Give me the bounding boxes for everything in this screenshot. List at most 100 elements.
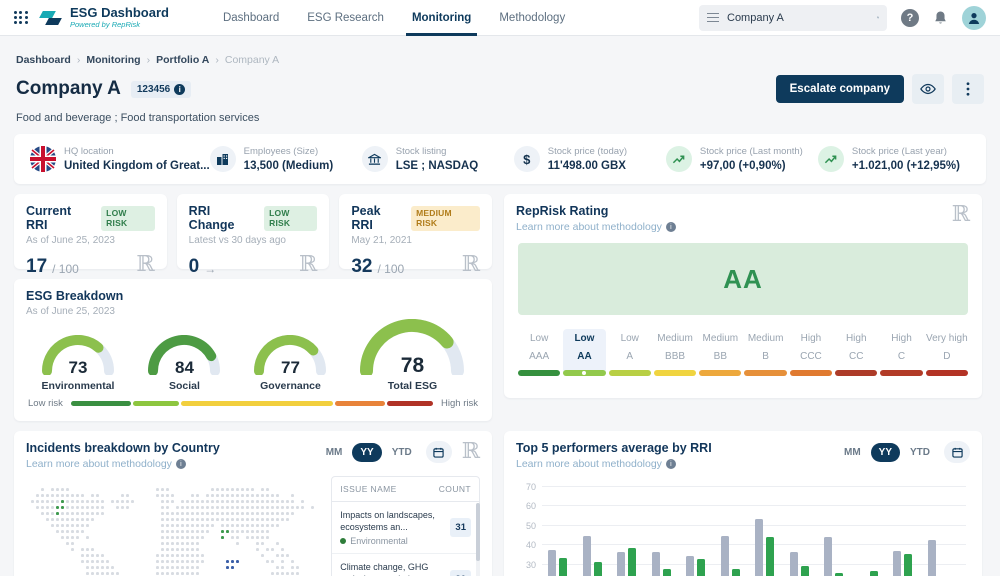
scrollbar-thumb[interactable]	[476, 503, 480, 561]
reprisk-watermark: ℝ	[462, 441, 480, 463]
issue-row[interactable]: Climate change, GHG emissions, and gl...…	[332, 554, 479, 576]
rating-col-c[interactable]: High C	[880, 329, 922, 376]
top5-methodology-link[interactable]: Learn more about methodologyi	[516, 458, 712, 470]
toggle-mm[interactable]: MM	[836, 443, 869, 462]
info-item-hq-location: HQ locationUnited Kingdom of Great...	[30, 146, 210, 172]
scale-segment	[133, 401, 179, 406]
logo-subtitle: Powered by RepRisk	[70, 21, 169, 29]
map-marker-blue[interactable]	[226, 566, 229, 569]
info-value: +97,00 (+0,90%)	[700, 160, 803, 172]
watch-button[interactable]	[912, 74, 944, 104]
rating-scale: LowAAALowAALowAMediumBBBMediumBBMediumBH…	[518, 329, 968, 376]
map-marker-green[interactable]	[221, 530, 224, 533]
bar-top5-average	[628, 548, 636, 576]
calendar-button[interactable]	[426, 441, 452, 463]
issue-row[interactable]: Impacts on landscapes, ecosystems an...E…	[332, 502, 479, 554]
rating-col-cc[interactable]: HighCC	[835, 329, 877, 376]
breadcrumb-item-monitoring[interactable]: Monitoring	[86, 54, 140, 66]
map-marker-blue[interactable]	[226, 560, 229, 563]
rating-col-a[interactable]: LowA	[609, 329, 651, 376]
info-item-stock-listing: Stock listingLSE ; NASDAQ	[362, 146, 514, 172]
category-dot	[340, 538, 346, 544]
bar-top5-average	[801, 566, 809, 576]
kpi-cards: Current RRILOW RISKAs of June 25, 202317…	[14, 194, 492, 269]
toggle-ytd[interactable]: YTD	[384, 443, 420, 462]
nav-item-monitoring[interactable]: Monitoring	[398, 0, 485, 36]
incidents-methodology-link[interactable]: Learn more about methodologyi	[26, 458, 220, 470]
dollar-icon: $	[523, 152, 530, 167]
map-marker-green[interactable]	[56, 506, 59, 509]
rating-col-bb[interactable]: MediumBB	[699, 329, 741, 376]
y-axis-tick: 70	[516, 482, 536, 492]
rating-col-bbb[interactable]: MediumBBB	[654, 329, 696, 376]
toggle-yy[interactable]: YY	[871, 443, 900, 462]
rating-grade: D	[926, 351, 968, 362]
world-map[interactable]	[26, 476, 327, 576]
info-value: 13,500 (Medium)	[244, 160, 333, 172]
rating-col-ccc[interactable]: HighCCC	[790, 329, 832, 376]
search-filter-icon[interactable]	[707, 13, 719, 23]
company-sectors: Food and beverage ; Food transportation …	[16, 112, 984, 124]
reprisk-watermark: ℝ	[136, 254, 154, 276]
bar-company	[617, 552, 625, 576]
search-box[interactable]	[699, 5, 887, 31]
nav-item-dashboard[interactable]: Dashboard	[209, 0, 293, 36]
escalate-company-button[interactable]: Escalate company	[776, 75, 904, 103]
map-marker-blue[interactable]	[236, 560, 239, 563]
map-marker-green[interactable]	[61, 500, 64, 503]
rating-col-b[interactable]: MediumB	[744, 329, 786, 376]
issue-name: Climate change, GHG emissions, and gl...	[340, 561, 448, 576]
info-icon[interactable]: i	[174, 84, 185, 95]
map-marker-green[interactable]	[61, 506, 64, 509]
user-avatar[interactable]	[962, 6, 986, 30]
scale-segment	[335, 401, 385, 406]
calendar-button[interactable]	[944, 441, 970, 463]
kpi-subtitle: May 21, 2021	[351, 235, 480, 246]
bar-company	[548, 550, 556, 576]
rating-col-d[interactable]: Very highD	[926, 329, 968, 376]
apps-grid-icon[interactable]	[14, 11, 28, 25]
info-value: +1.021,00 (+12,95%)	[852, 160, 960, 172]
info-icon: i	[666, 222, 676, 232]
rating-grade: B	[744, 351, 786, 362]
kpi-suffix: →	[204, 262, 216, 276]
toggle-ytd[interactable]: YTD	[902, 443, 938, 462]
search-icon[interactable]	[877, 11, 879, 24]
rating-severity: Low	[563, 333, 605, 344]
map-marker-green[interactable]	[226, 530, 229, 533]
more-options-button[interactable]	[952, 74, 984, 104]
rating-methodology-link[interactable]: Learn more about methodologyi	[516, 221, 676, 233]
search-input[interactable]	[727, 12, 869, 24]
bar-company	[928, 540, 936, 576]
rating-segment	[744, 370, 786, 376]
toggle-yy[interactable]: YY	[352, 443, 381, 462]
rating-col-aa[interactable]: LowAA	[563, 329, 605, 376]
rating-grade: C	[880, 351, 922, 362]
rating-severity: High	[880, 333, 922, 344]
map-marker-blue[interactable]	[231, 560, 234, 563]
toggle-mm[interactable]: MM	[318, 443, 351, 462]
app-logo: ESG Dashboard Powered by RepRisk	[70, 6, 169, 29]
map-marker-green[interactable]	[56, 512, 59, 515]
period-toggle-group: MMYYYTD	[836, 443, 938, 462]
breadcrumb-item-portfolio-a[interactable]: Portfolio A	[156, 54, 209, 66]
nav-item-esg-research[interactable]: ESG Research	[293, 0, 398, 36]
y-axis-tick: 50	[516, 521, 536, 531]
esg-gauges: 73Environmental84Social77Governance78Tot…	[26, 319, 480, 392]
top5-title: Top 5 performers average by RRI	[516, 441, 712, 455]
kpi-title: Current RRI	[26, 204, 95, 232]
rating-severity: Low	[609, 333, 651, 344]
map-marker-blue[interactable]	[231, 566, 234, 569]
bar-top5-average	[594, 562, 602, 576]
issues-table: ISSUE NAME COUNT Impacts on landscapes, …	[331, 476, 480, 576]
bell-icon[interactable]	[933, 10, 948, 26]
help-icon[interactable]: ?	[901, 9, 919, 27]
bar-company	[755, 519, 763, 576]
breadcrumb-item-dashboard[interactable]: Dashboard	[16, 54, 71, 66]
scale-segment	[387, 401, 433, 406]
map-marker-green[interactable]	[221, 536, 224, 539]
breadcrumb-separator: ›	[77, 54, 81, 66]
rating-col-aaa[interactable]: LowAAA	[518, 329, 560, 376]
risk-badge: LOW RISK	[101, 206, 155, 231]
nav-item-methodology[interactable]: Methodology	[485, 0, 579, 36]
